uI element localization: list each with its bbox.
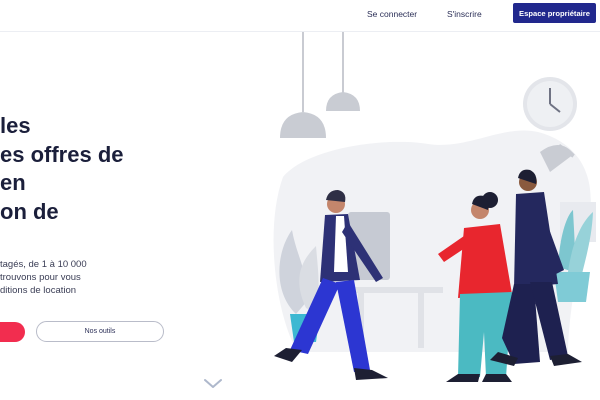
headline-line: les (0, 113, 31, 138)
owner-space-button[interactable]: Espace propriétaire (513, 3, 596, 23)
headline-line: on de (0, 198, 59, 224)
plant-right (554, 202, 596, 302)
headline-line: en (0, 170, 26, 195)
description-line: tagés, de 1 à 10 000 (0, 259, 87, 270)
hero-description: tagés, de 1 à 10 000 trouvons pour vous … (0, 258, 120, 297)
our-tools-button[interactable]: Nos outils (36, 321, 164, 342)
top-navigation-bar: Se connecter S'inscrire Espace propriéta… (0, 0, 600, 32)
primary-cta-button[interactable] (0, 322, 25, 342)
login-link[interactable]: Se connecter (367, 9, 417, 19)
clock-icon (523, 77, 577, 131)
description-line: ditions de location (0, 285, 77, 296)
signup-link[interactable]: S'inscrire (447, 9, 482, 19)
hero-headline: les es offres de en on de (0, 112, 160, 226)
headline-line: es offres de (0, 141, 124, 167)
pendant-lamp-icon (280, 32, 360, 138)
chevron-down-icon[interactable] (203, 378, 223, 390)
office-team-illustration (273, 32, 596, 382)
description-line: trouvons pour vous (0, 272, 81, 283)
